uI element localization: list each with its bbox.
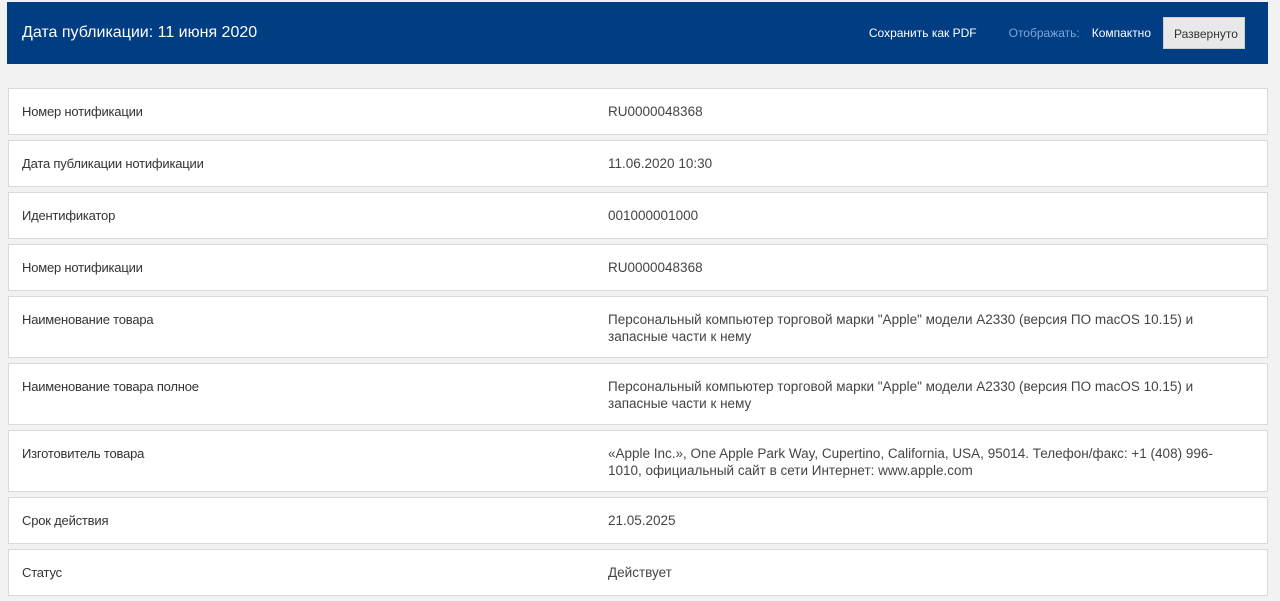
table-row: Номер нотификации RU0000048368 [8,244,1268,291]
table-row: Наименование товара полное Персональный … [8,363,1268,425]
row-value: RU0000048368 [608,260,703,275]
row-value: «Apple Inc.», One Apple Park Way, Cupert… [608,446,1213,478]
table-row: Дата публикации нотификации 11.06.2020 1… [8,140,1268,187]
row-value: 21.05.2025 [608,513,676,528]
view-compact-button[interactable]: Компактно [1092,17,1151,49]
view-mode-label: Отображать: [1008,26,1080,40]
table-row: Идентификатор 001000001000 [8,192,1268,239]
save-as-pdf-link[interactable]: Сохранить как PDF [869,26,977,40]
table-row: Статус Действует [8,549,1268,596]
row-label: Идентификатор [22,208,116,223]
publication-date-title: Дата публикации: 11 июня 2020 [22,24,258,41]
row-label: Наименование товара полное [22,379,199,394]
notification-details-table: Номер нотификации RU0000048368 Дата публ… [8,88,1268,601]
row-value: Персональный компьютер торговой марки "A… [608,312,1194,344]
table-row: Номер нотификации RU0000048368 [8,88,1268,135]
row-value: Персональный компьютер торговой марки "A… [608,379,1194,411]
row-label: Наименование товара [22,312,154,327]
header-actions: Сохранить как PDF Отображать: Компактно … [869,2,1245,64]
row-label: Изготовитель товара [22,446,145,461]
table-row: Изготовитель товара «Apple Inc.», One Ap… [8,430,1268,492]
row-label: Статус [22,565,62,580]
row-label: Срок действия [22,513,109,528]
table-row: Срок действия 21.05.2025 [8,497,1268,544]
row-label: Номер нотификации [22,260,143,275]
row-label: Дата публикации нотификации [22,156,204,171]
row-value: RU0000048368 [608,104,703,119]
row-value: 11.06.2020 10:30 [608,156,713,171]
row-value: Действует [608,565,672,580]
view-expanded-button[interactable]: Развернуто [1163,17,1245,49]
row-label: Номер нотификации [22,104,143,119]
page-header: Дата публикации: 11 июня 2020 Сохранить … [7,2,1268,64]
row-value: 001000001000 [608,208,699,223]
table-row: Наименование товара Персональный компьют… [8,296,1268,358]
